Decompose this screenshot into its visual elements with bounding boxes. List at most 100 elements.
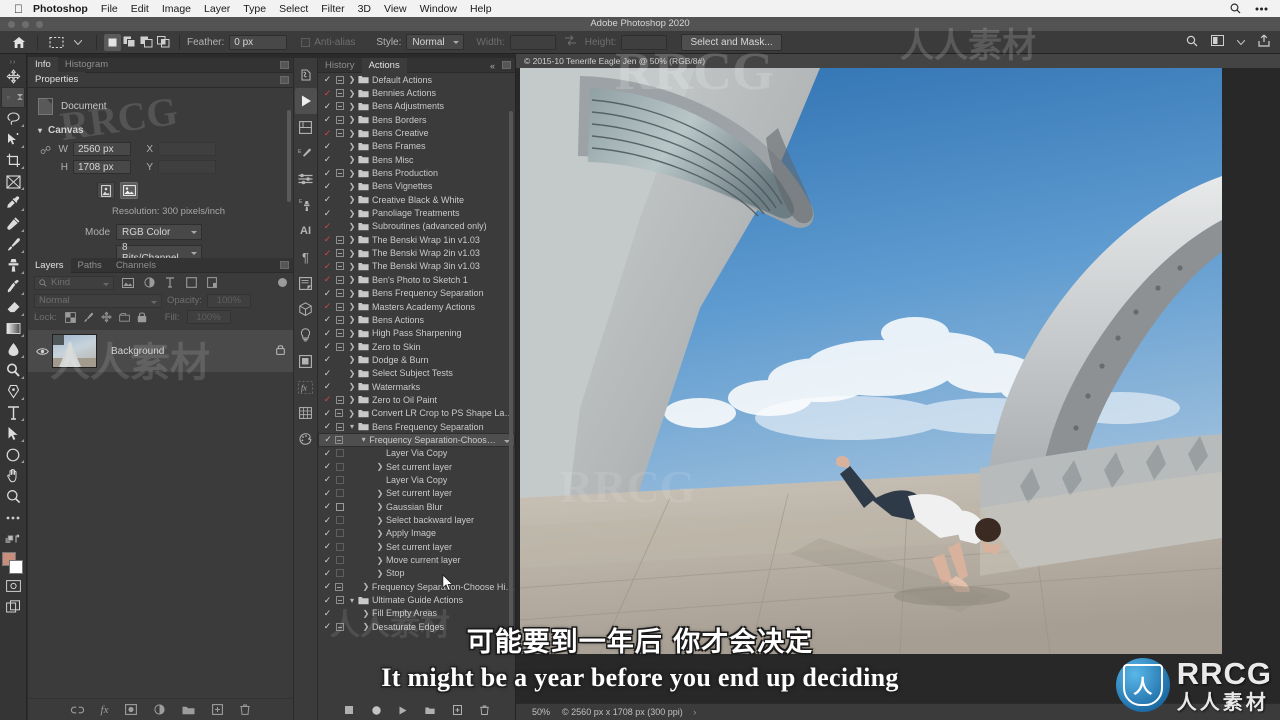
action-row[interactable]: ✓ ❯ Default Actions: [318, 73, 515, 86]
height-input[interactable]: [621, 34, 668, 50]
channels-icon[interactable]: [295, 348, 317, 374]
action-row[interactable]: ✓ ❯ High Pass Sharpening: [318, 327, 515, 340]
action-toggle-checkbox[interactable]: ✓: [322, 474, 333, 485]
action-row[interactable]: ✓ Layer Via Copy: [318, 473, 515, 486]
action-row[interactable]: ✓ ❯ The Benski Wrap 3in v1.03: [318, 260, 515, 273]
adjustment-filter-icon[interactable]: [142, 276, 156, 290]
menu-file[interactable]: File: [101, 3, 118, 15]
chevron-right-icon[interactable]: ❯: [346, 222, 358, 231]
feather-input[interactable]: 0 px: [229, 34, 288, 50]
action-toggle-checkbox[interactable]: ✓: [322, 448, 333, 459]
chevron-right-icon[interactable]: ❯: [374, 569, 386, 578]
fx-icon[interactable]: fx: [295, 374, 317, 400]
tab-paths[interactable]: Paths: [71, 258, 109, 273]
action-dialog-toggle[interactable]: [333, 275, 346, 284]
action-row[interactable]: ✓ ❯ Bens Creative: [318, 126, 515, 139]
action-row[interactable]: ✓ ❯ Bens Misc: [318, 153, 515, 166]
chevron-right-icon[interactable]: ❯: [346, 409, 358, 418]
menu-photoshop[interactable]: Photoshop: [33, 3, 88, 15]
add-to-selection-button[interactable]: [121, 34, 138, 51]
actions-scrollbar[interactable]: [508, 73, 514, 700]
action-toggle-checkbox[interactable]: ✓: [322, 595, 333, 606]
action-dialog-toggle[interactable]: [333, 129, 346, 138]
layer-filter-kind-select[interactable]: Kind: [34, 275, 114, 290]
chevron-down-icon[interactable]: ▾: [358, 435, 369, 444]
stop-icon[interactable]: [344, 705, 354, 715]
chevron-right-icon[interactable]: ❯: [346, 142, 358, 151]
chevron-right-icon[interactable]: ❯: [346, 249, 358, 258]
home-icon[interactable]: [8, 33, 30, 52]
menu-edit[interactable]: Edit: [131, 3, 149, 15]
action-toggle-checkbox[interactable]: ✓: [322, 288, 333, 299]
action-dialog-toggle[interactable]: [333, 75, 346, 84]
toolbar-collapse-handle[interactable]: ››: [0, 58, 26, 66]
action-toggle-checkbox[interactable]: ✓: [322, 328, 333, 339]
lock-icon[interactable]: [276, 344, 285, 358]
action-toggle-checkbox[interactable]: ✓: [322, 408, 333, 419]
action-row[interactable]: ✓ ❯ Panoliage Treatments: [318, 206, 515, 219]
action-dialog-toggle[interactable]: [333, 329, 346, 338]
screen-mode-icon[interactable]: [1, 596, 25, 617]
tab-channels[interactable]: Channels: [109, 258, 163, 273]
action-row[interactable]: ✓ ❯ Gaussian Blur: [318, 500, 515, 513]
dodge-tool[interactable]: [1, 360, 25, 381]
menu-window[interactable]: Window: [420, 3, 457, 15]
action-toggle-checkbox[interactable]: ✓: [322, 181, 333, 192]
ellipse-tool[interactable]: [1, 444, 25, 465]
panel-menu-icon[interactable]: [280, 76, 289, 84]
action-row[interactable]: ✓ ❯ Bens Borders: [318, 113, 515, 126]
type-tool[interactable]: [1, 402, 25, 423]
table-icon[interactable]: [295, 400, 317, 426]
workspace-icon[interactable]: [1211, 35, 1224, 49]
menu-view[interactable]: View: [384, 3, 407, 15]
libraries-icon[interactable]: [295, 114, 317, 140]
blur-tool[interactable]: [1, 339, 25, 360]
action-toggle-checkbox[interactable]: ✓: [322, 128, 333, 139]
zoom-level[interactable]: 50%: [532, 707, 550, 717]
chevron-right-icon[interactable]: ❯: [346, 289, 358, 298]
action-row[interactable]: ✓ ❯ Bennies Actions: [318, 86, 515, 99]
delete-layer-icon[interactable]: [240, 704, 251, 715]
hand-tool[interactable]: [1, 465, 25, 486]
canvas-x-input[interactable]: [158, 142, 216, 156]
menu-select[interactable]: Select: [279, 3, 308, 15]
action-toggle-checkbox[interactable]: ✓: [322, 74, 333, 85]
styles-icon[interactable]: E: [295, 192, 317, 218]
action-row[interactable]: ✓ ❯ Set current layer: [318, 487, 515, 500]
opacity-input[interactable]: 100%: [206, 293, 251, 308]
light-icon[interactable]: [295, 322, 317, 348]
action-toggle-checkbox[interactable]: ✓: [322, 168, 333, 179]
action-row[interactable]: ✓ ❯ Creative Black & White: [318, 193, 515, 206]
frame-tool[interactable]: [1, 171, 25, 192]
new-selection-button[interactable]: [104, 33, 121, 51]
action-row[interactable]: ✓ ❯ Convert LR Crop to PS Shape Layer: [318, 407, 515, 420]
layer-row-background[interactable]: Background: [28, 330, 293, 372]
history-brush-tool[interactable]: [1, 276, 25, 297]
chevron-right-icon[interactable]: ❯: [346, 209, 358, 218]
action-dialog-toggle[interactable]: [333, 475, 346, 484]
zoom-tool[interactable]: [1, 486, 25, 507]
action-dialog-toggle[interactable]: [333, 489, 346, 498]
action-row[interactable]: ✓ ❯ The Benski Wrap 1in v1.03: [318, 233, 515, 246]
path-selection-tool[interactable]: [1, 423, 25, 444]
rectangular-marquee-icon[interactable]: [45, 33, 67, 52]
action-dialog-toggle[interactable]: [333, 249, 346, 258]
notes-icon[interactable]: [295, 270, 317, 296]
tab-info[interactable]: Info: [28, 57, 58, 72]
actions-play-icon[interactable]: [294, 88, 317, 114]
background-color-swatch[interactable]: [9, 560, 23, 574]
intersect-selection-button[interactable]: [155, 34, 172, 51]
action-row[interactable]: ✓ ❯ Zero to Skin: [318, 340, 515, 353]
tab-history[interactable]: History: [318, 58, 362, 73]
3d-icon[interactable]: [295, 296, 317, 322]
canvas-image[interactable]: [520, 68, 1280, 696]
action-dialog-toggle[interactable]: [333, 502, 346, 511]
chevron-right-icon[interactable]: ❯: [346, 89, 358, 98]
control-center-icon[interactable]: [1255, 7, 1268, 11]
type-filter-icon[interactable]: [163, 276, 177, 290]
pen-tool[interactable]: [1, 381, 25, 402]
apple-icon[interactable]: : [14, 3, 23, 15]
new-action-icon[interactable]: [452, 705, 462, 715]
link-dimensions-icon[interactable]: ☍: [40, 146, 51, 168]
action-dialog-toggle[interactable]: [333, 102, 346, 111]
